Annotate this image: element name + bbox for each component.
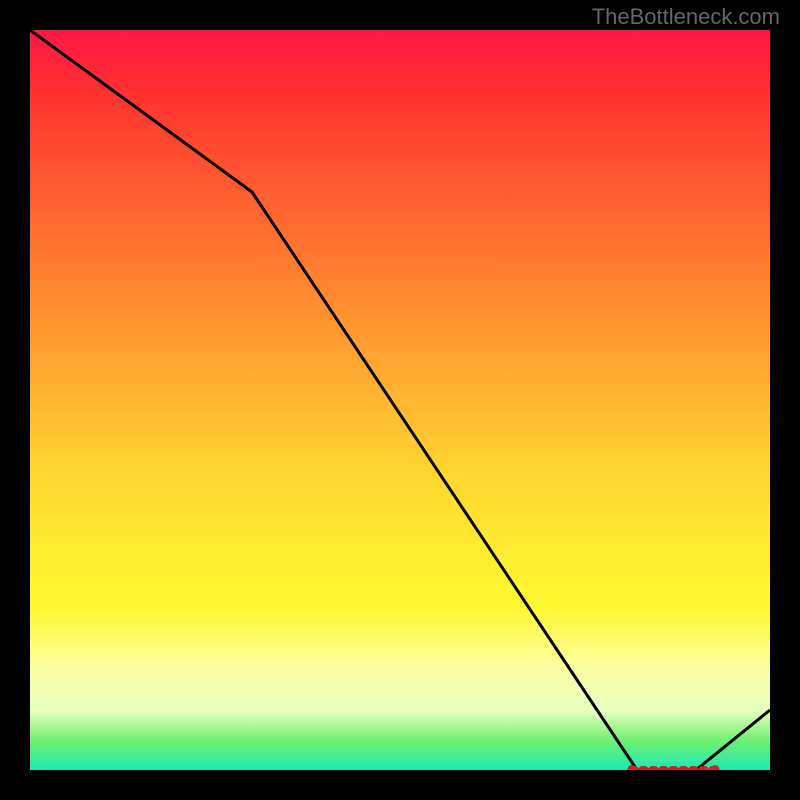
chart-svg xyxy=(30,30,770,770)
marker-dot-right xyxy=(711,765,720,770)
data-line xyxy=(30,30,770,770)
chart-container: TheBottleneck.com xyxy=(0,0,800,800)
watermark-text: TheBottleneck.com xyxy=(592,4,780,30)
